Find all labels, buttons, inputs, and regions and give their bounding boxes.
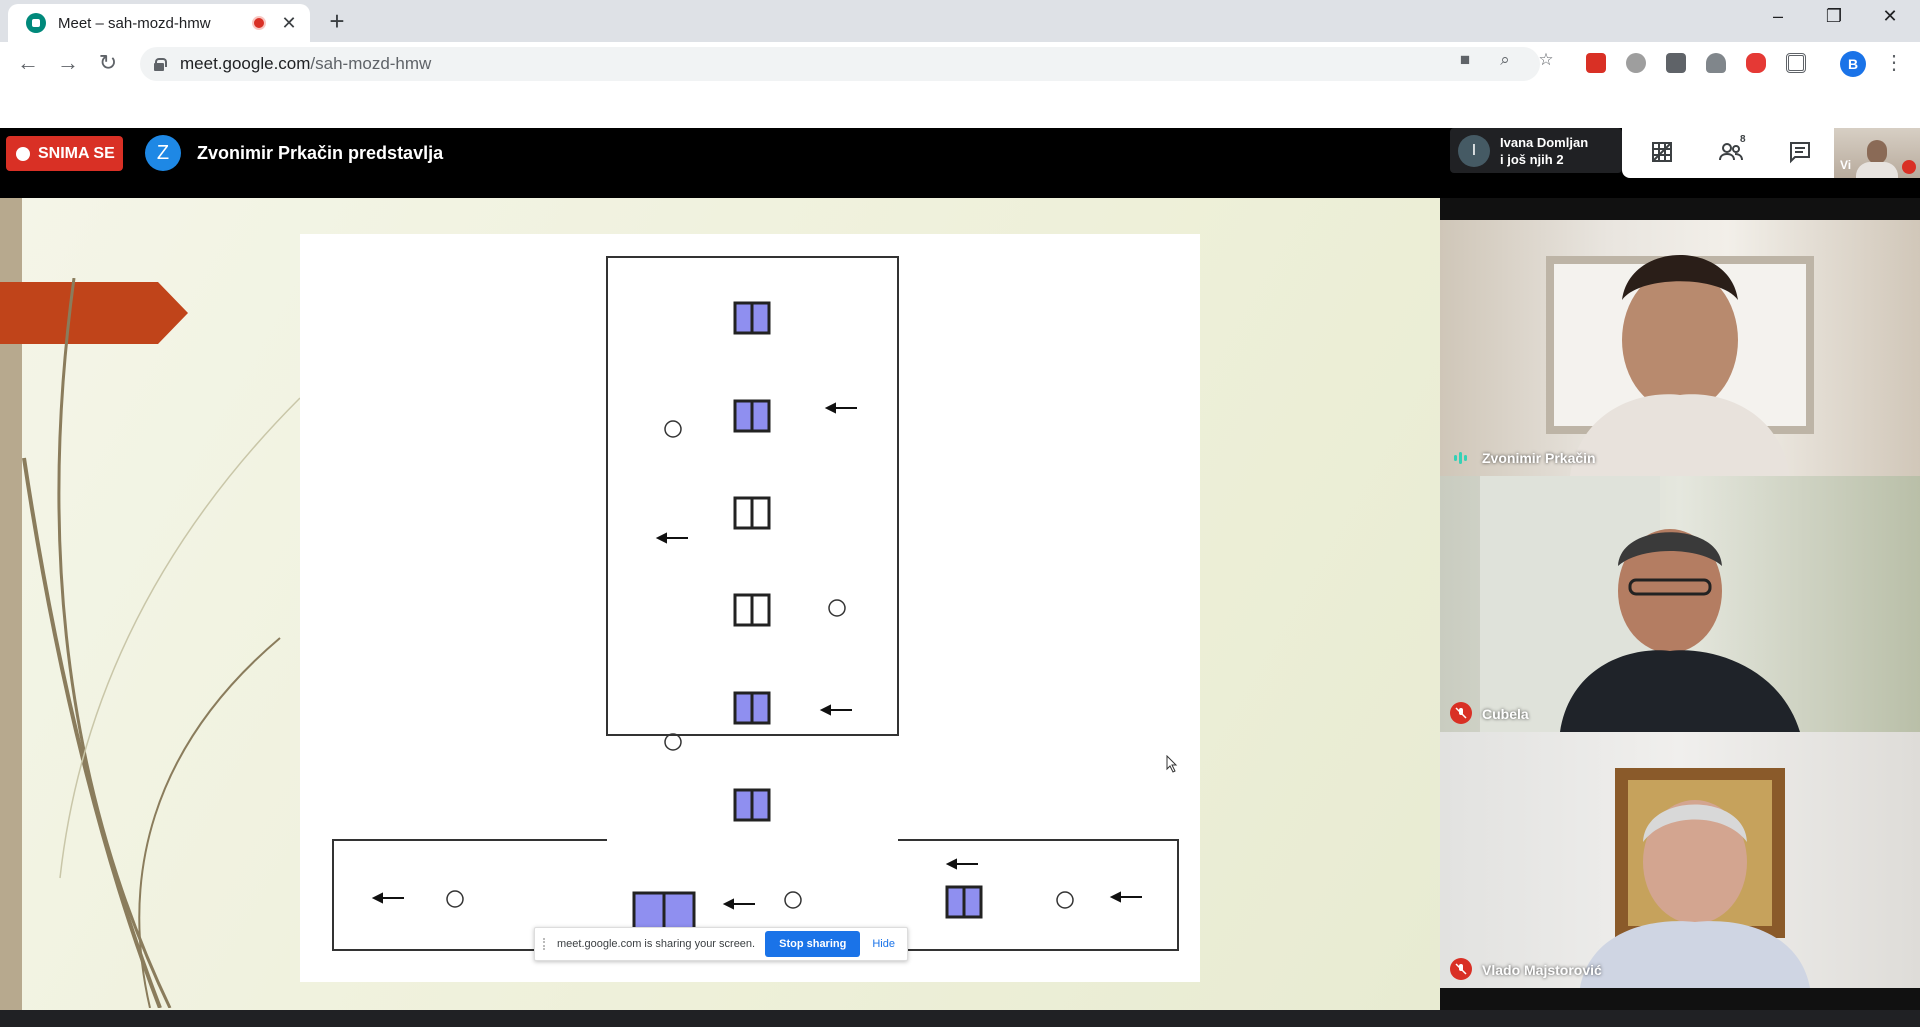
tab-close-icon[interactable]: ✕ [280, 13, 298, 34]
restore-window-button[interactable]: ❐ [1814, 6, 1854, 27]
recording-indicator-icon [252, 16, 266, 30]
extension-red-icon[interactable] [1586, 53, 1606, 73]
close-window-button[interactable]: ✕ [1870, 6, 1910, 27]
omnibox[interactable]: meet.google.com/sah-mozd-hmw [140, 47, 1540, 81]
self-view-thumbnail[interactable]: Vi [1834, 128, 1920, 178]
extension-bug-icon[interactable] [1626, 53, 1646, 73]
self-body [1856, 162, 1898, 178]
share-message: meet.google.com is sharing your screen. [557, 938, 756, 950]
browser-tab-bar: Meet – sah-mozd-hmw ✕ + – ❐ ✕ [0, 0, 1920, 42]
url-text[interactable]: meet.google.com/sah-mozd-hmw [180, 54, 431, 74]
new-tab-button[interactable]: + [322, 6, 352, 37]
lock-icon[interactable] [154, 58, 167, 71]
presenter-title: Zvonimir Prkačin predstavlja [197, 143, 444, 163]
forward-arrow-icon[interactable]: → [54, 50, 82, 76]
layout-grid-icon[interactable] [1646, 136, 1678, 168]
floor-plan-diagram [332, 256, 1179, 951]
meet-bottom-strip [0, 1010, 1920, 1027]
reload-icon[interactable]: ↻ [94, 50, 122, 76]
meet-favicon-icon [26, 13, 46, 33]
participant-name: Vlado Majstorović [1482, 962, 1602, 978]
recording-badge: SNIMA SE [6, 136, 123, 171]
profile-avatar[interactable]: B [1840, 51, 1866, 77]
chat-icon[interactable] [1784, 136, 1816, 168]
bookmark-star-icon[interactable]: ☆ [1535, 50, 1557, 70]
camera-in-use-icon[interactable]: ■ [1454, 50, 1476, 70]
participant-video [1480, 476, 1800, 732]
drag-handle-icon[interactable] [543, 938, 549, 950]
extension-cloud-icon[interactable] [1706, 53, 1726, 73]
others-name: Ivana Domljan [1500, 134, 1589, 150]
mic-off-icon [1450, 702, 1472, 724]
minimize-window-button[interactable]: – [1758, 6, 1798, 27]
meet-header: SNIMA SE Z Zvonimir Prkačin predstavlja … [0, 128, 1920, 198]
presentation-stage: meet.google.com is sharing your screen. … [0, 198, 1440, 1010]
screen-share-notification: meet.google.com is sharing your screen. … [534, 927, 908, 961]
recording-dot-icon [16, 146, 30, 161]
browser-menu-icon[interactable]: ⋮ [1884, 50, 1904, 75]
recording-label: SNIMA SE [38, 144, 115, 162]
bookmark-strip [0, 86, 1920, 128]
slide-decor-stems [22, 278, 301, 1008]
plan-windows [632, 301, 983, 931]
slide-content [300, 234, 1200, 982]
extension-shield-icon[interactable] [1666, 53, 1686, 73]
speaking-indicator-icon [1454, 452, 1467, 464]
address-bar-row: ← → ↻ meet.google.com/sah-mozd-hmw ■ ⌕ ☆… [0, 42, 1920, 86]
self-label: Vi [1840, 158, 1852, 172]
other-participants-box[interactable]: I Ivana Domljan i još njih 2 [1450, 128, 1622, 173]
extensions-puzzle-icon[interactable] [1786, 53, 1806, 73]
plan-keys [371, 402, 1142, 910]
presenter-avatar: Z [145, 135, 181, 171]
video-tile-2[interactable]: Cubela [1440, 476, 1920, 732]
others-count-text: i još njih 2 [1500, 151, 1564, 167]
video-tile-3[interactable]: Vlado Majstorović [1440, 732, 1920, 988]
back-arrow-icon[interactable]: ← [14, 50, 42, 76]
participant-video [1546, 255, 1814, 476]
participant-name: Zvonimir Prkačin [1482, 450, 1596, 466]
participant-name: Cubela [1482, 706, 1529, 722]
video-tile-1[interactable]: Zvonimir Prkačin [1440, 220, 1920, 476]
participants-icon[interactable]: 8 [1716, 134, 1748, 168]
mic-off-icon [1450, 958, 1472, 980]
hide-button[interactable]: Hide [872, 938, 895, 950]
plan-circles [446, 420, 1074, 909]
tab-title: Meet – sah-mozd-hmw [58, 14, 211, 32]
extension-shield-red-icon[interactable] [1746, 53, 1766, 73]
meet-toolbar: 8 [1622, 128, 1834, 178]
self-mic-off-icon [1902, 160, 1916, 174]
participant-video [1580, 768, 1810, 988]
self-head [1867, 140, 1887, 164]
browser-tab[interactable]: Meet – sah-mozd-hmw ✕ [8, 4, 310, 42]
participant-count: 8 [1740, 134, 1746, 145]
stop-sharing-button[interactable]: Stop sharing [765, 931, 861, 957]
others-avatar: I [1458, 134, 1490, 167]
mouse-cursor-icon [1166, 755, 1178, 773]
zoom-icon[interactable]: ⌕ [1494, 50, 1516, 70]
